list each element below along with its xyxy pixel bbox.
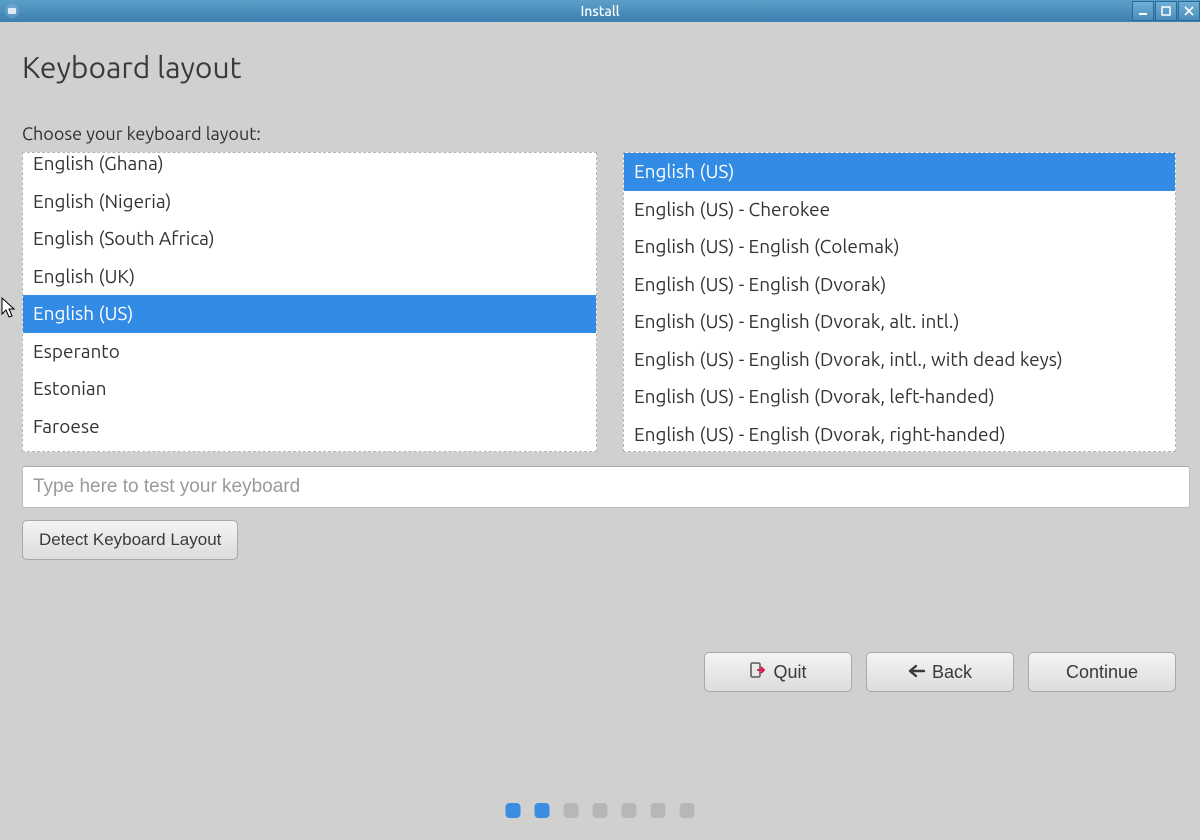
quit-label: Quit	[773, 662, 806, 683]
list-item[interactable]: English (US) - English (Colemak)	[624, 228, 1175, 266]
list-item[interactable]: English (Nigeria)	[23, 183, 596, 221]
detect-layout-button[interactable]: Detect Keyboard Layout	[22, 520, 238, 560]
progress-dot	[593, 803, 608, 818]
progress-dot	[622, 803, 637, 818]
list-item[interactable]: English (US) - Cherokee	[624, 191, 1175, 229]
progress-dot	[651, 803, 666, 818]
list-item[interactable]: Esperanto	[23, 333, 596, 371]
progress-dot	[535, 803, 550, 818]
quit-button[interactable]: Quit	[704, 652, 852, 692]
list-item[interactable]: Filipino	[23, 445, 596, 452]
list-item[interactable]: English (US) - English (Dvorak, intl., w…	[624, 341, 1175, 379]
titlebar-left	[4, 3, 20, 19]
list-item[interactable]: Estonian	[23, 370, 596, 408]
page-title: Keyboard layout	[22, 50, 1176, 84]
window-title: Install	[580, 3, 619, 19]
progress-dot	[680, 803, 695, 818]
progress-indicator	[506, 803, 695, 818]
keyboard-test-input[interactable]	[22, 466, 1190, 508]
back-label: Back	[932, 662, 972, 683]
continue-label: Continue	[1066, 662, 1138, 683]
quit-icon	[749, 661, 767, 684]
list-item[interactable]: English (South Africa)	[23, 220, 596, 258]
list-item[interactable]: English (US) - English (Dvorak)	[624, 266, 1175, 304]
list-item[interactable]: English (US)	[624, 153, 1175, 191]
list-item[interactable]: English (US) - English (Dvorak, alt. int…	[624, 303, 1175, 341]
list-item[interactable]: English (US) - English (Dvorak, left-han…	[624, 378, 1175, 416]
back-button[interactable]: Back	[866, 652, 1014, 692]
prompt-label: Choose your keyboard layout:	[22, 124, 1176, 144]
list-item[interactable]: English (US) - English (Dvorak, right-ha…	[624, 416, 1175, 452]
list-item[interactable]: Faroese	[23, 408, 596, 446]
list-item[interactable]: English (US)	[23, 295, 596, 333]
continue-button[interactable]: Continue	[1028, 652, 1176, 692]
titlebar: Install	[0, 0, 1200, 22]
list-item[interactable]: English (Ghana)	[23, 152, 596, 183]
maximize-button[interactable]	[1155, 1, 1177, 21]
minimize-button[interactable]	[1132, 1, 1154, 21]
installer-icon	[4, 3, 20, 19]
language-list[interactable]: English (Ghana)English (Nigeria)English …	[22, 152, 597, 452]
back-arrow-icon	[908, 662, 926, 683]
variant-list[interactable]: English (US)English (US) - CherokeeEngli…	[623, 152, 1176, 452]
list-item[interactable]: English (UK)	[23, 258, 596, 296]
close-button[interactable]	[1178, 1, 1200, 21]
progress-dot	[564, 803, 579, 818]
progress-dot	[506, 803, 521, 818]
